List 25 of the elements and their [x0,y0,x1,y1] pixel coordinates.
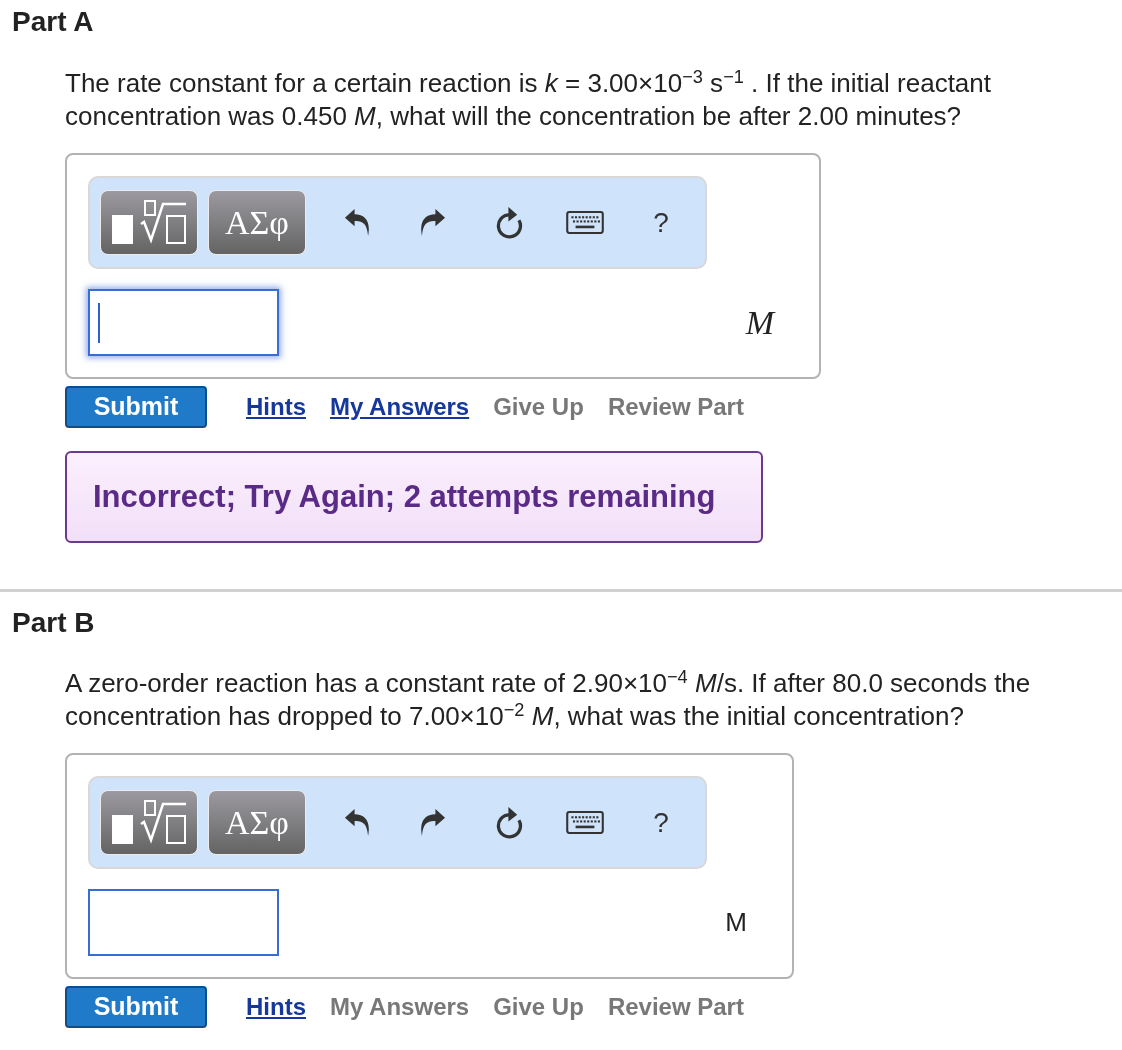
templates-button[interactable] [100,790,198,855]
math-templates-icon [112,800,186,845]
question-text: A zero-order reaction has a constant rate of 2.90×10$^{−4}$ M/s. If after 80.0 seconds the concentration has dropped to 7.00×10$^{−2}$ M, what was the initial concentration? [65,667,1032,733]
text-cursor-icon [98,302,100,343]
submit-button[interactable]: Submit [65,986,207,1028]
part-title: Part B [12,608,95,638]
answer-field[interactable] [88,889,279,956]
symbols-button[interactable]: ΑΣφ [208,190,306,255]
symbols-button[interactable]: ΑΣφ [208,790,306,855]
feedback-message: Incorrect; Try Again; 2 attempts remaining [65,451,763,543]
action-link[interactable]: Hints [246,389,306,425]
keyboard-icon [566,211,604,234]
keyboard-icon [566,811,604,834]
action-link[interactable]: My Answers [330,389,470,425]
templates-button[interactable] [100,190,198,255]
action-link[interactable]: Hints [246,989,306,1025]
unit-label: M [745,303,774,343]
math-templates-icon [112,200,186,245]
submit-button[interactable]: Submit [65,386,207,428]
help-button[interactable]: ? [642,804,680,841]
unit-label: M [725,906,747,939]
answer-field[interactable] [88,289,279,356]
help-button[interactable]: ? [642,204,680,241]
question-text: The rate constant for a certain reaction is k = 3.00×10$^{−3}$ s$^{−1}$ . If the initial reactant concentration was 0.450 M, what will the concentration be after 2.00 minutes? [65,67,992,133]
part-title: Part A [12,7,94,37]
